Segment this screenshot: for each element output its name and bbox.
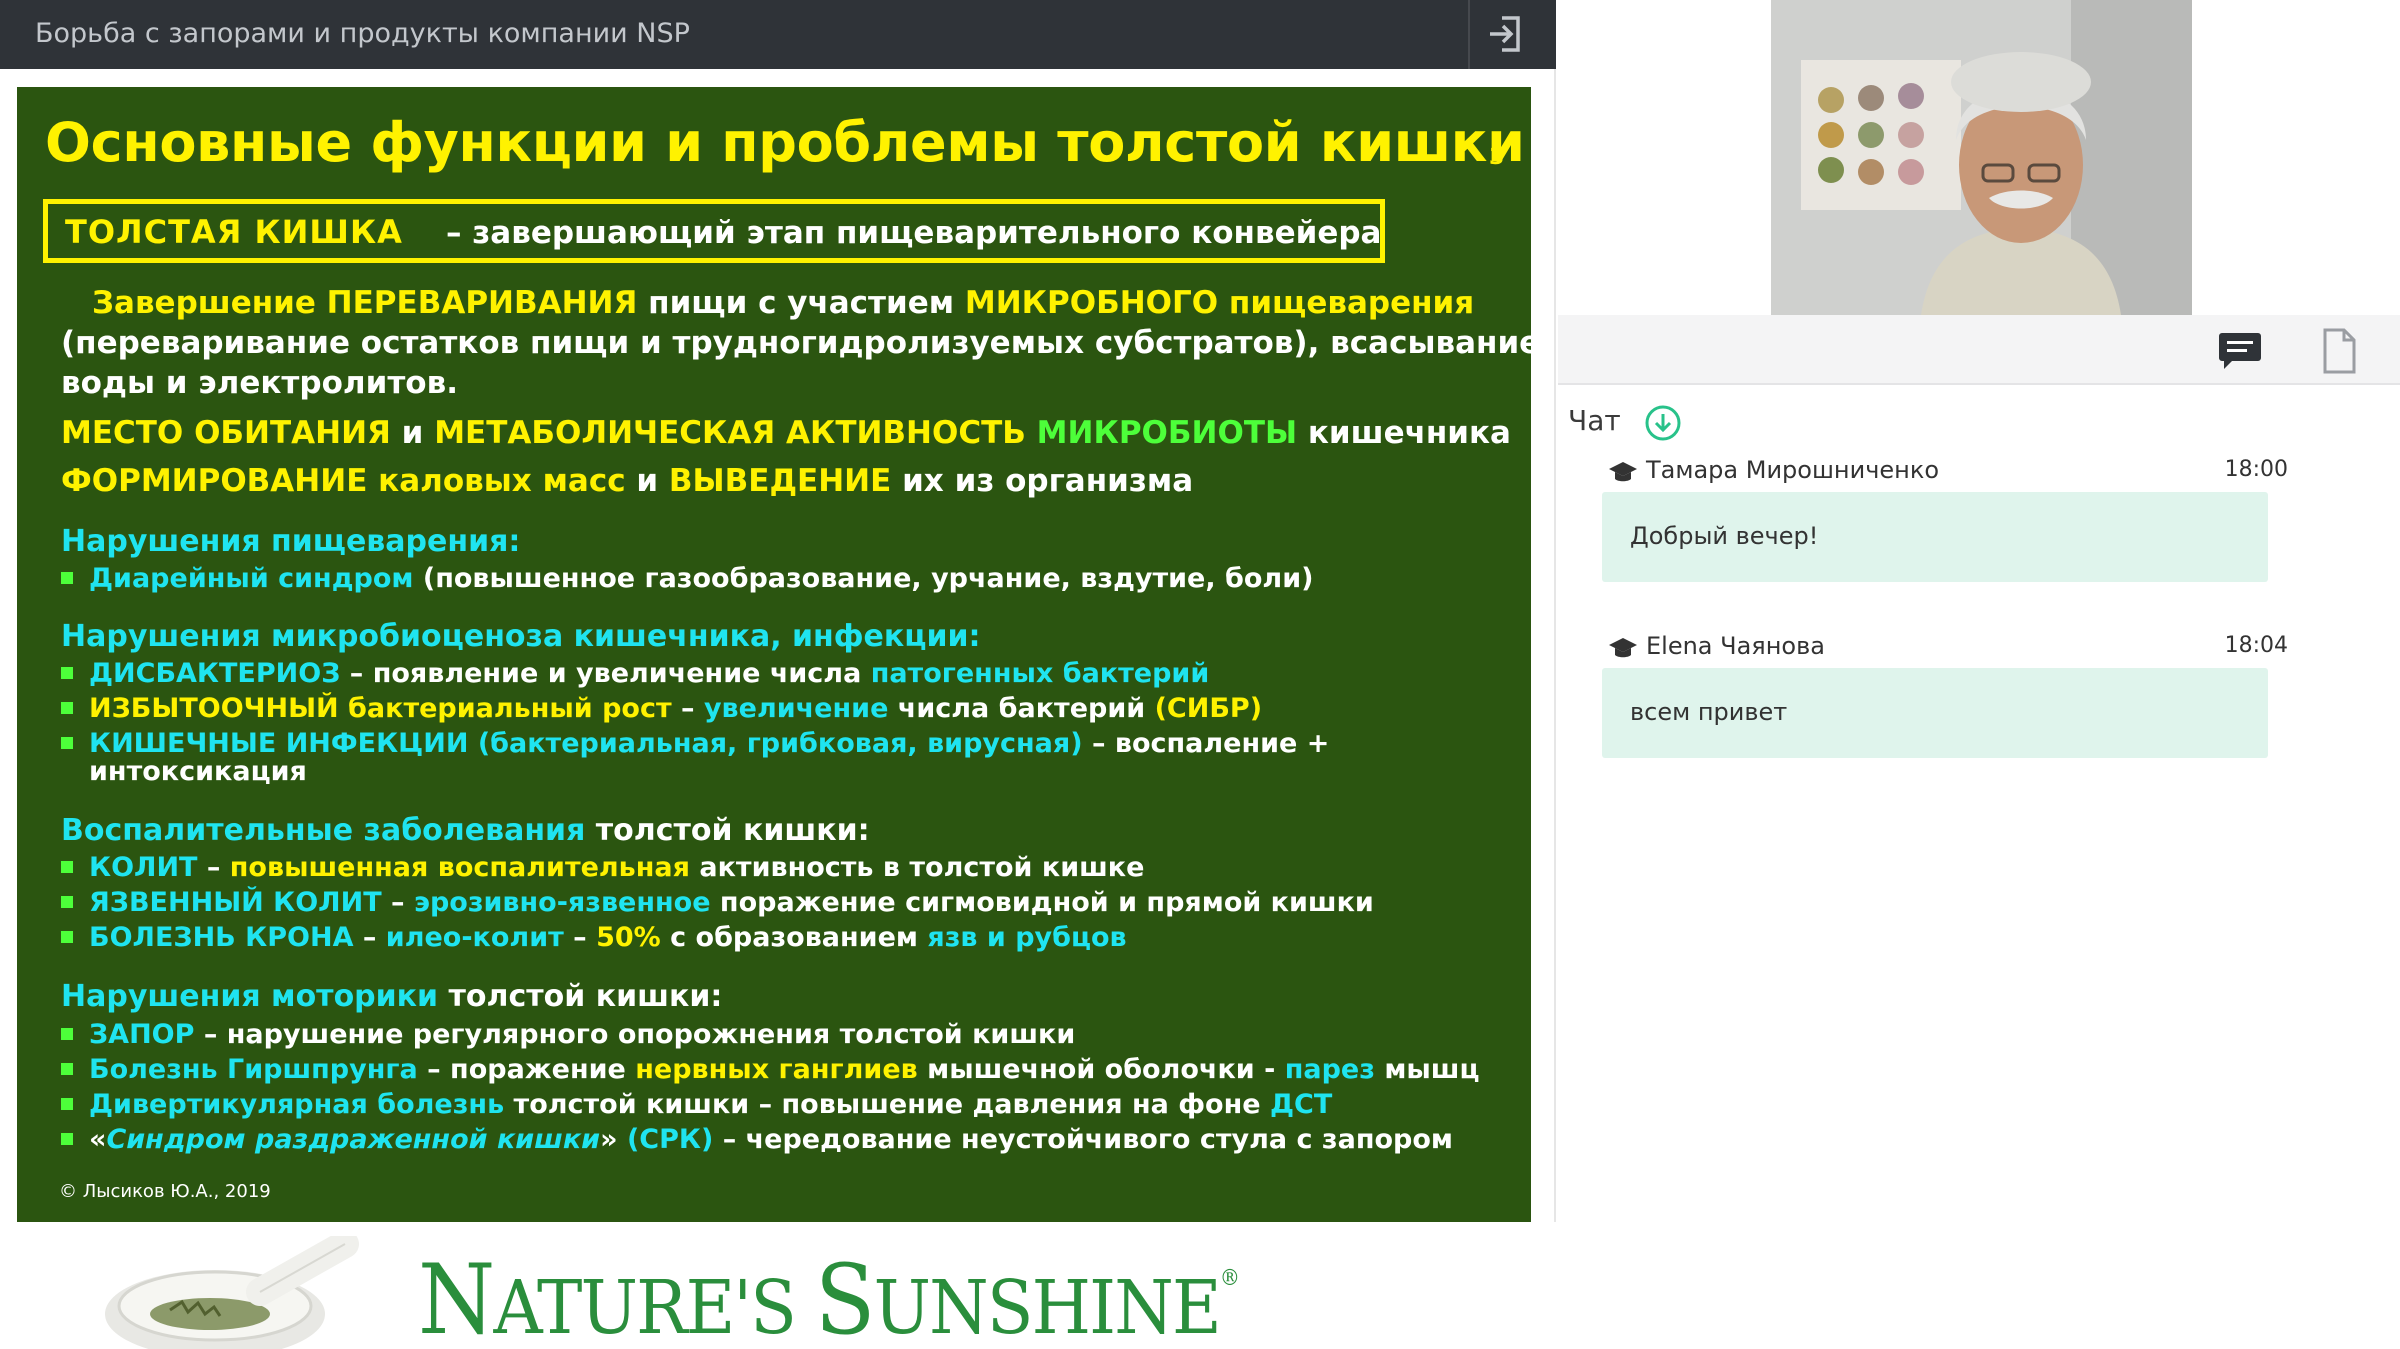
section-digestion-heading: Нарушения пищеварения: [61, 524, 521, 559]
presenter-video-image [1771, 0, 2192, 315]
chat-message-bubble: Добрый вечер! [1602, 492, 2268, 582]
graduation-cap-icon [1609, 462, 1637, 482]
chat-bubble-icon [2219, 333, 2261, 369]
section-microbiota-item-3: КИШЕЧНЫЕ ИНФЕКЦИИ (бактериальная, грибко… [61, 728, 1329, 759]
chat-message-header: Elena Чаянова 18:04 [1608, 632, 2288, 666]
section-inflammatory-item-3: БОЛЕЗНЬ КРОНА – илео-колит – 50% с образ… [61, 922, 1127, 953]
chat-message-text: Добрый вечер! [1630, 522, 1819, 550]
chat-message-header: Тамара Мирошниченко 18:00 [1608, 456, 2288, 490]
download-chat-button[interactable] [1644, 404, 1682, 442]
chat-message-author: Тамара Мирошниченко [1646, 456, 1940, 484]
presentation-title: Борьба с запорами и продукты компании NS… [35, 18, 690, 49]
mortar-and-pestle-image [105, 1236, 359, 1349]
graduation-cap-icon [1609, 638, 1637, 658]
intro-line-1: Завершение ПЕРЕВАРИВАНИЯ пищи с участием… [92, 285, 1475, 321]
bullet-icon [61, 1098, 73, 1110]
definition-term: ТОЛСТАЯ КИШКА [65, 213, 403, 251]
presentation-slide: Основные функции и проблемы толстой кишк… [17, 87, 1531, 1222]
intro-line-3: воды и электролитов. [61, 365, 458, 401]
download-icon [1645, 405, 1681, 441]
chat-message-bubble: всем привет [1602, 668, 2268, 758]
section-motility-item-3: Дивертикулярная болезнь толстой кишки – … [61, 1089, 1332, 1120]
section-digestion-item: Диарейный синдром (повышенное газообразо… [61, 563, 1313, 594]
section-inflammatory-item-2: ЯЗВЕННЫЙ КОЛИТ – эрозивно-язвенное пораж… [61, 887, 1374, 918]
chat-message-author: Elena Чаянова [1646, 632, 1825, 660]
presentation-pane: Борьба с запорами и продукты компании NS… [0, 0, 1556, 1349]
slide-heading: Основные функции и проблемы толстой кишк… [45, 111, 1525, 174]
section-microbiota-item-3-cont: интоксикация [89, 756, 307, 787]
section-microbiota-item-2: ИЗБЫТООЧНЫЙ бактериальный рост – увеличе… [61, 693, 1262, 724]
bullet-icon [61, 896, 73, 908]
intro-line-4: МЕСТО ОБИТАНИЯ и МЕТАБОЛИЧЕСКАЯ АКТИВНОС… [61, 415, 1511, 451]
bullet-icon [61, 1063, 73, 1075]
presentation-header: Борьба с запорами и продукты компании NS… [0, 0, 1556, 69]
section-motility-item-4: «Синдром раздраженной кишки» (СРК) – чер… [61, 1124, 1453, 1155]
bullet-icon [61, 1133, 73, 1145]
section-motility-heading: Нарушения моторики толстой кишки: [61, 979, 723, 1014]
chat-heading: Чат [1568, 404, 1621, 437]
chat-message-text: всем привет [1630, 698, 1788, 726]
chat-message-time: 18:04 [2224, 633, 2288, 658]
section-microbiota-heading: Нарушения микробиоценоза кишечника, инфе… [61, 619, 981, 654]
tab-files[interactable] [2318, 327, 2360, 375]
slide-copyright: © Лысиков Ю.А., 2019 [59, 1181, 271, 1202]
slide-number: 3 [1489, 145, 1505, 170]
bullet-icon [61, 931, 73, 943]
section-inflammatory-item-1: КОЛИТ – повышенная воспалительная активн… [61, 852, 1144, 883]
section-inflammatory-heading: Воспалительные заболевания толстой кишки… [61, 813, 870, 848]
section-motility-item-1: ЗАПОР – нарушение регулярного опорожнени… [61, 1019, 1075, 1050]
intro-line-2: (переваривание остатков пищи и трудногид… [61, 325, 1531, 361]
brand-banner: NATURE'S SUNSHINE® [0, 1222, 1556, 1349]
section-microbiota-item-1: ДИСБАКТЕРИОЗ – появление и увеличение чи… [61, 658, 1209, 689]
bullet-icon [61, 737, 73, 749]
sidebar-tabs [1558, 315, 2400, 385]
natures-sunshine-logo: NATURE'S SUNSHINE® [418, 1244, 1240, 1349]
document-icon [2323, 328, 2356, 374]
chat-message-time: 18:00 [2224, 457, 2288, 482]
header-divider [1468, 0, 1470, 69]
bullet-icon [61, 1028, 73, 1040]
bullet-icon [61, 572, 73, 584]
exit-button[interactable] [1478, 8, 1534, 60]
exit-icon [1490, 16, 1520, 52]
section-motility-item-2: Болезнь Гиршпрунга – поражение нервных г… [61, 1054, 1480, 1085]
presenter-video [1771, 0, 2192, 315]
bullet-icon [61, 702, 73, 714]
bullet-icon [61, 667, 73, 679]
bullet-icon [61, 861, 73, 873]
sidebar: Чат Тамара Мирошниченко 18:00 Добрый веч… [1558, 0, 2400, 1349]
definition-box: ТОЛСТАЯ КИШКА – завершающий этап пищевар… [43, 199, 1385, 263]
tab-chat[interactable] [2216, 329, 2264, 373]
intro-line-5: ФОРМИРОВАНИЕ каловых масс и ВЫВЕДЕНИЕ их… [61, 463, 1194, 499]
definition-text: – завершающий этап пищеварительного конв… [446, 215, 1382, 251]
